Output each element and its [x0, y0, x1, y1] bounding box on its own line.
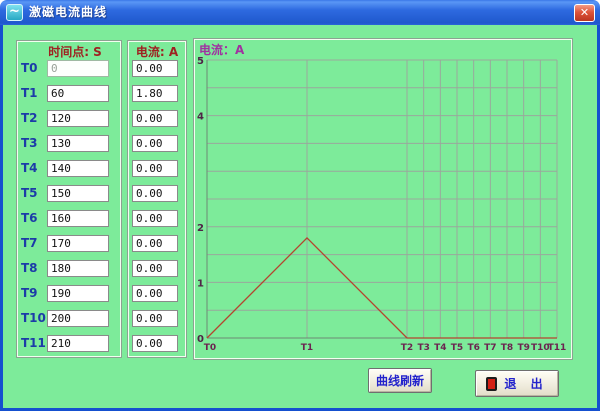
time-input-T11[interactable] [47, 335, 109, 352]
time-row-label-T4: T4 [21, 160, 47, 177]
window-title: 激磁电流曲线 [29, 0, 107, 25]
time-row-label-T1: T1 [21, 85, 47, 102]
time-row-label-T11: T11 [21, 335, 47, 352]
time-input-T3[interactable] [47, 135, 109, 152]
current-input-T10[interactable] [132, 310, 178, 327]
current-input-T9[interactable] [132, 285, 178, 302]
x-tick-label: T9 [517, 343, 529, 353]
current-input-T0[interactable] [132, 60, 178, 77]
x-tick-label: T8 [501, 343, 513, 353]
current-input-T7[interactable] [132, 235, 178, 252]
time-input-T9[interactable] [47, 285, 109, 302]
time-input-T8[interactable] [47, 260, 109, 277]
time-input-T6[interactable] [47, 210, 109, 227]
exit-button-label: 退 出 [504, 375, 547, 392]
time-column-header: 时间点: S [17, 43, 121, 60]
time-panel: 时间点: S T0 T1 T2 T3 T4 T5 T6 T7 T8 T9 T10 T11 [16, 40, 122, 358]
current-input-T8[interactable] [132, 260, 178, 277]
current-curve-line [207, 238, 557, 338]
time-row-label-T8: T8 [21, 260, 47, 277]
y-tick-label: 1 [197, 278, 204, 289]
x-tick-label: T5 [451, 343, 463, 353]
chart-svg: 01245T0T1T2T3T4T5T6T7T8T9T10T11 [194, 39, 572, 359]
x-tick-label: T4 [434, 343, 446, 353]
current-input-T4[interactable] [132, 160, 178, 177]
x-tick-label: T11 [548, 343, 567, 353]
refresh-curve-button[interactable]: 曲线刷新 [368, 368, 432, 393]
x-tick-label: T7 [484, 343, 496, 353]
current-input-T1[interactable] [132, 85, 178, 102]
time-input-T5[interactable] [47, 185, 109, 202]
time-row-label-T0: T0 [21, 60, 47, 77]
client-area: 时间点: S T0T1T2T3T4T5T6T7T8T9T10T11 电流: A … [0, 25, 600, 411]
title-bar[interactable]: ~ 激磁电流曲线 ✕ [0, 0, 600, 25]
x-tick-label: T3 [417, 343, 429, 353]
current-input-T5[interactable] [132, 185, 178, 202]
exit-button[interactable]: 退 出 [475, 370, 559, 397]
x-tick-label: T0 [204, 343, 216, 353]
time-input-T10[interactable] [47, 310, 109, 327]
x-tick-label: T1 [301, 343, 313, 353]
current-panel: 电流: A [127, 40, 187, 358]
current-input-T11[interactable] [132, 335, 178, 352]
current-input-T3[interactable] [132, 135, 178, 152]
app-window: ~ 激磁电流曲线 ✕ 时间点: S T0 T1 T2 T3 T4 T5 T6 T7 T8 T9 T1… [0, 0, 600, 411]
current-input-T2[interactable] [132, 110, 178, 127]
time-row-label-T6: T6 [21, 210, 47, 227]
time-input-T1[interactable] [47, 85, 109, 102]
x-tick-label: T2 [401, 343, 413, 353]
x-tick-label: T6 [467, 343, 479, 353]
time-row-label-T10: T10 [21, 310, 47, 327]
chart-panel: 01245T0T1T2T3T4T5T6T7T8T9T10T11 电流：A [193, 38, 573, 360]
time-input-T2[interactable] [47, 110, 109, 127]
power-switch-icon [486, 377, 497, 391]
time-input-T0 [47, 60, 109, 77]
time-input-T4[interactable] [47, 160, 109, 177]
window-wave-icon: ~ [6, 4, 23, 21]
y-tick-label: 2 [197, 223, 204, 234]
chart-y-axis-title: 电流：A [199, 41, 244, 58]
time-row-label-T7: T7 [21, 235, 47, 252]
y-tick-label: 4 [197, 112, 204, 123]
time-row-label-T2: T2 [21, 110, 47, 127]
current-input-T6[interactable] [132, 210, 178, 227]
time-input-T7[interactable] [47, 235, 109, 252]
time-row-label-T3: T3 [21, 135, 47, 152]
close-icon[interactable]: ✕ [574, 4, 595, 22]
time-row-label-T5: T5 [21, 185, 47, 202]
time-row-label-T9: T9 [21, 285, 47, 302]
current-column-header: 电流: A [128, 43, 186, 60]
